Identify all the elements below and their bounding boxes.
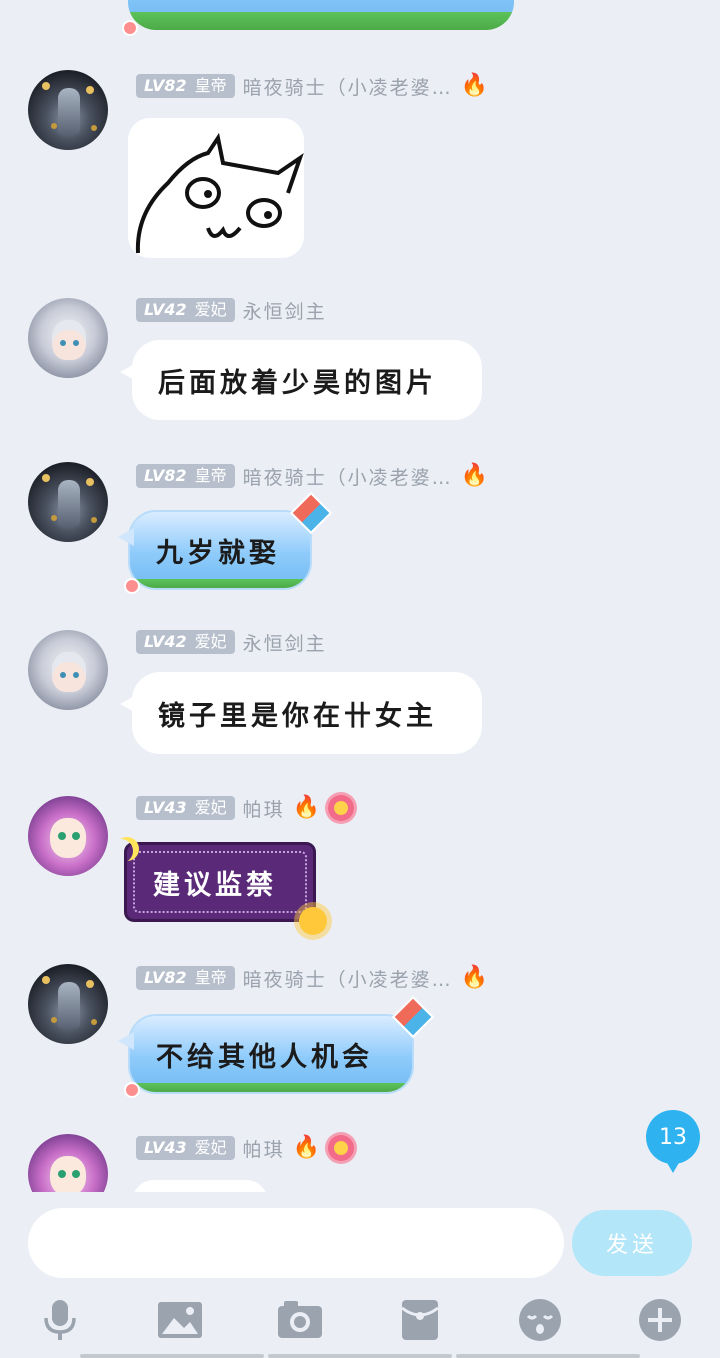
avatar[interactable] [28, 1134, 108, 1192]
level-text: LV43 [144, 1138, 187, 1157]
message-sender: LV42 爱妃 永恒剑主 [136, 629, 327, 656]
title-text: 皇帝 [194, 968, 227, 987]
camera-icon[interactable] [276, 1296, 324, 1344]
title-text: 爱妃 [194, 300, 227, 319]
avatar[interactable] [28, 630, 108, 710]
sender-name[interactable]: 暗夜骑士（小凌老婆… [243, 965, 453, 992]
previous-message-bubble[interactable] [122, 0, 514, 36]
fire-icon: 🔥 [460, 73, 489, 98]
level-text: LV42 [144, 300, 187, 319]
level-badge: LV82 皇帝 [136, 74, 235, 98]
title-text: 爱妃 [194, 798, 227, 817]
message-text: 不给其他人机会 [156, 1041, 373, 1073]
avatar[interactable] [28, 796, 108, 876]
avatar[interactable] [28, 298, 108, 378]
level-text: LV82 [144, 466, 187, 485]
fire-icon: 🔥 [460, 965, 489, 990]
sender-name[interactable]: 永恒剑主 [243, 297, 327, 324]
message-sender: LV43 爱妃 帕琪 🔥 [136, 795, 355, 822]
sticker-image[interactable] [132, 1180, 268, 1192]
message-sender: LV82 皇帝 暗夜骑士（小凌老婆… 🔥 [136, 73, 489, 100]
level-badge: LV82 皇帝 [136, 966, 235, 990]
fire-icon: 🔥 [460, 463, 489, 488]
message-text: 镜子里是你在卄女主 [158, 700, 437, 732]
plus-icon[interactable] [636, 1296, 684, 1344]
message-bubble[interactable]: 不给其他人机会 [118, 995, 435, 1098]
level-badge: LV82 皇帝 [136, 464, 235, 488]
sticker-image[interactable] [128, 118, 304, 258]
level-text: LV43 [144, 798, 187, 817]
message-sender: LV43 爱妃 帕琪 🔥 [136, 1135, 355, 1162]
title-text: 爱妃 [194, 1138, 227, 1157]
unread-count-text: 13 [659, 1124, 687, 1150]
pin-decoration-icon [122, 20, 138, 36]
title-text: 爱妃 [194, 632, 227, 651]
level-badge: LV43 爱妃 [136, 796, 235, 820]
title-text: 皇帝 [194, 466, 227, 485]
pin-decoration-icon [124, 578, 140, 594]
message-input[interactable] [28, 1208, 564, 1278]
avatar[interactable] [28, 964, 108, 1044]
sender-name[interactable]: 帕琪 [243, 795, 285, 822]
sender-name[interactable]: 帕琪 [243, 1135, 285, 1162]
message-sender: LV82 皇帝 暗夜骑士（小凌老婆… 🔥 [136, 463, 489, 490]
level-badge: LV43 爱妃 [136, 1136, 235, 1160]
unread-count-badge[interactable]: 13 [646, 1110, 700, 1173]
sender-name[interactable]: 暗夜骑士（小凌老婆… [243, 463, 453, 490]
sun-decoration-icon [299, 907, 327, 935]
cat-doodle-icon [135, 132, 304, 254]
level-text: LV42 [144, 632, 187, 651]
message-sender: LV82 皇帝 暗夜骑士（小凌老婆… 🔥 [136, 965, 489, 992]
red-packet-icon[interactable] [396, 1296, 444, 1344]
send-button[interactable]: 发送 [572, 1210, 692, 1276]
title-text: 皇帝 [194, 76, 227, 95]
flower-badge-icon [328, 795, 355, 821]
sender-name[interactable]: 暗夜骑士（小凌老婆… [243, 73, 453, 100]
input-bar: 发送 [0, 1192, 720, 1358]
kite-decoration-icon [289, 491, 333, 535]
fire-icon: 🔥 [292, 1135, 321, 1160]
bottom-divider [80, 1354, 640, 1358]
avatar[interactable] [28, 462, 108, 542]
message-text: 九岁就娶 [156, 537, 280, 569]
level-text: LV82 [144, 76, 187, 95]
message-bubble[interactable]: 后面放着少昊的图片 [120, 340, 482, 420]
fire-icon: 🔥 [292, 795, 321, 820]
send-label: 发送 [605, 1233, 658, 1258]
level-badge: LV42 爱妃 [136, 630, 235, 654]
sender-name[interactable]: 永恒剑主 [243, 629, 327, 656]
avatar[interactable] [28, 70, 108, 150]
chat-message-list[interactable]: LV82 皇帝 暗夜骑士（小凌老婆… 🔥 LV42 爱妃 永恒剑主 后面放着少昊… [0, 0, 720, 1192]
message-bubble[interactable]: 九岁就娶 [118, 491, 333, 594]
message-text: 后面放着少昊的图片 [158, 367, 437, 399]
message-text: 建议监禁 [153, 869, 277, 901]
message-bubble[interactable]: 建议监禁 [124, 842, 327, 935]
image-icon[interactable] [156, 1296, 204, 1344]
level-badge: LV42 爱妃 [136, 298, 235, 322]
flower-badge-icon [328, 1135, 355, 1161]
kite-decoration-icon [391, 995, 435, 1039]
mic-icon[interactable] [36, 1296, 84, 1344]
message-bubble[interactable]: 镜子里是你在卄女主 [120, 672, 482, 754]
input-toolbar [0, 1292, 720, 1348]
message-sender: LV42 爱妃 永恒剑主 [136, 297, 327, 324]
level-text: LV82 [144, 968, 187, 987]
moon-decoration-icon [115, 837, 139, 861]
emoji-icon[interactable] [516, 1296, 564, 1344]
pin-decoration-icon [124, 1082, 140, 1098]
